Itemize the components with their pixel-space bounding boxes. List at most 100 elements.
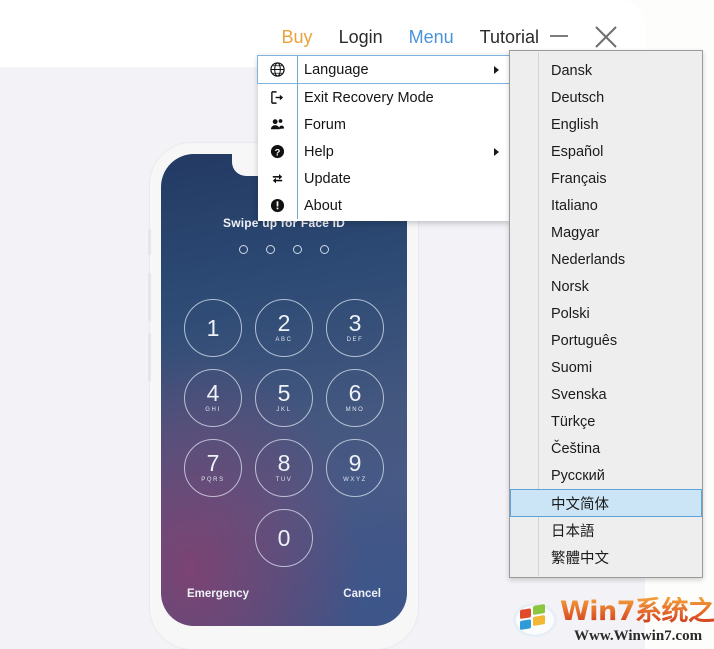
keypad-key-letters: GHI bbox=[205, 407, 221, 413]
people-icon bbox=[258, 117, 296, 132]
language-item-selected[interactable]: 中文简体 bbox=[510, 489, 702, 517]
menu-item-language[interactable]: Language bbox=[257, 55, 512, 84]
menu-icon-divider bbox=[297, 192, 298, 219]
language-item[interactable]: Norsk bbox=[510, 273, 702, 300]
keypad-key-7[interactable]: 7 PQRS bbox=[184, 439, 242, 497]
menu-item-forum[interactable]: Forum bbox=[258, 111, 511, 138]
language-item-label: 中文简体 bbox=[551, 496, 609, 513]
keypad-key-letters: MNO bbox=[345, 407, 365, 413]
language-item-label: Русский bbox=[551, 467, 605, 484]
passcode-dot bbox=[239, 245, 248, 254]
passcode-dot bbox=[266, 245, 275, 254]
language-submenu: Dansk Deutsch English Español Français Italia… bbox=[509, 50, 703, 578]
language-item[interactable]: Türkçe bbox=[510, 408, 702, 435]
language-item[interactable]: 日本語 bbox=[510, 517, 702, 544]
phone-screen: Swipe up for Face ID 1 2 ABC 3 DEF 4 GHI 5 JKL 6 M… bbox=[161, 154, 407, 626]
language-item[interactable]: Suomi bbox=[510, 354, 702, 381]
submenu-arrow-icon bbox=[494, 65, 499, 74]
keypad-key-0[interactable]: 0 bbox=[255, 509, 313, 567]
keypad-key-5[interactable]: 5 JKL bbox=[255, 369, 313, 427]
language-item[interactable]: Čeština bbox=[510, 435, 702, 462]
keypad-key-6[interactable]: 6 MNO bbox=[326, 369, 384, 427]
phone-side-button-mute bbox=[148, 229, 151, 255]
passcode-dot bbox=[320, 245, 329, 254]
svg-text:?: ? bbox=[274, 147, 280, 157]
keypad-key-number: 3 bbox=[348, 310, 362, 336]
keypad-key-2[interactable]: 2 ABC bbox=[255, 299, 313, 357]
exclamation-icon bbox=[270, 198, 284, 213]
language-item-label: Deutsch bbox=[551, 89, 605, 106]
language-item[interactable]: Español bbox=[510, 138, 702, 165]
close-button[interactable] bbox=[593, 24, 617, 48]
keypad-key-letters: TUV bbox=[275, 477, 293, 483]
windows-logo-icon bbox=[513, 603, 557, 637]
keypad-row: 0 bbox=[255, 509, 313, 567]
window-controls bbox=[547, 24, 617, 48]
keypad-key-letters: PQRS bbox=[201, 477, 225, 483]
language-item[interactable]: Français bbox=[510, 165, 702, 192]
language-item[interactable]: Polski bbox=[510, 300, 702, 327]
emergency-button[interactable]: Emergency bbox=[187, 588, 249, 600]
submenu-arrow-icon bbox=[494, 147, 499, 156]
language-item[interactable]: Dansk bbox=[510, 57, 702, 84]
language-item-label: Magyar bbox=[551, 224, 600, 241]
menu-item-label: Forum bbox=[304, 116, 346, 133]
exclamation-icon bbox=[258, 198, 296, 213]
keypad-row: 7 PQRS 8 TUV 9 WXYZ bbox=[184, 439, 384, 497]
menu-item-update[interactable]: Update bbox=[258, 165, 511, 192]
menu-item-help[interactable]: ? Help bbox=[258, 138, 511, 165]
menu-item-label: About bbox=[304, 197, 342, 214]
language-item-label: Dansk bbox=[551, 62, 593, 79]
language-item[interactable]: Português bbox=[510, 327, 702, 354]
minimize-button[interactable] bbox=[547, 24, 571, 48]
cancel-button[interactable]: Cancel bbox=[343, 588, 381, 600]
menu-item-label: Help bbox=[304, 143, 334, 160]
language-item[interactable]: Italiano bbox=[510, 192, 702, 219]
menubar-item-buy[interactable]: Buy bbox=[282, 26, 313, 48]
menubar-item-tutorial[interactable]: Tutorial bbox=[480, 26, 539, 48]
menu-icon-divider bbox=[297, 138, 298, 165]
language-item[interactable]: Русский bbox=[510, 462, 702, 489]
keypad-key-letters: WXYZ bbox=[343, 477, 367, 483]
language-item[interactable]: Svenska bbox=[510, 381, 702, 408]
keypad-key-8[interactable]: 8 TUV bbox=[255, 439, 313, 497]
menu-item-label: Update bbox=[304, 170, 351, 187]
question-icon: ? bbox=[270, 144, 284, 159]
passcode-keypad: 1 2 ABC 3 DEF 4 GHI 5 JKL 6 MNO 7 PQRS 8 TUV 9 WXYZ 0 bbox=[161, 299, 407, 567]
language-item-label: Italiano bbox=[551, 197, 598, 214]
keypad-key-number: 2 bbox=[277, 310, 291, 336]
menubar-item-login[interactable]: Login bbox=[339, 26, 383, 48]
keypad-row: 4 GHI 5 JKL 6 MNO bbox=[184, 369, 384, 427]
watermark: Win7系统之家 Www.Winwin7.com bbox=[512, 597, 714, 648]
people-icon bbox=[270, 119, 284, 130]
language-item[interactable]: Magyar bbox=[510, 219, 702, 246]
language-item-label: English bbox=[551, 116, 599, 133]
exit-icon bbox=[270, 91, 283, 104]
keypad-key-number: 4 bbox=[206, 380, 220, 406]
passcode-dot bbox=[293, 245, 302, 254]
keypad-key-number: 6 bbox=[348, 380, 362, 406]
language-item-label: Suomi bbox=[551, 359, 593, 376]
language-item[interactable]: 繁體中文 bbox=[510, 544, 702, 571]
keypad-key-9[interactable]: 9 WXYZ bbox=[326, 439, 384, 497]
language-item[interactable]: English bbox=[510, 111, 702, 138]
keypad-key-1[interactable]: 1 bbox=[184, 299, 242, 357]
menu-icon-divider bbox=[297, 56, 298, 83]
watermark-brand: Win7系统之家 bbox=[560, 597, 714, 626]
menu-item-about[interactable]: About bbox=[258, 192, 511, 219]
menubar: Buy Login Menu Tutorial bbox=[282, 26, 539, 48]
language-item[interactable]: Nederlands bbox=[510, 246, 702, 273]
keypad-key-number: 5 bbox=[277, 380, 291, 406]
keypad-key-letters: ABC bbox=[275, 337, 293, 343]
language-item[interactable]: Deutsch bbox=[510, 84, 702, 111]
exit-icon bbox=[258, 90, 296, 105]
language-item-label: Português bbox=[551, 332, 618, 349]
keypad-key-4[interactable]: 4 GHI bbox=[184, 369, 242, 427]
lockscreen-actions: Emergency Cancel bbox=[187, 588, 381, 600]
language-item-label: Nederlands bbox=[551, 251, 626, 268]
menu-item-exit-recovery-mode[interactable]: Exit Recovery Mode bbox=[258, 84, 511, 111]
menu-icon-divider bbox=[297, 165, 298, 192]
keypad-key-3[interactable]: 3 DEF bbox=[326, 299, 384, 357]
menubar-item-menu[interactable]: Menu bbox=[409, 26, 454, 48]
question-icon: ? bbox=[258, 144, 296, 159]
